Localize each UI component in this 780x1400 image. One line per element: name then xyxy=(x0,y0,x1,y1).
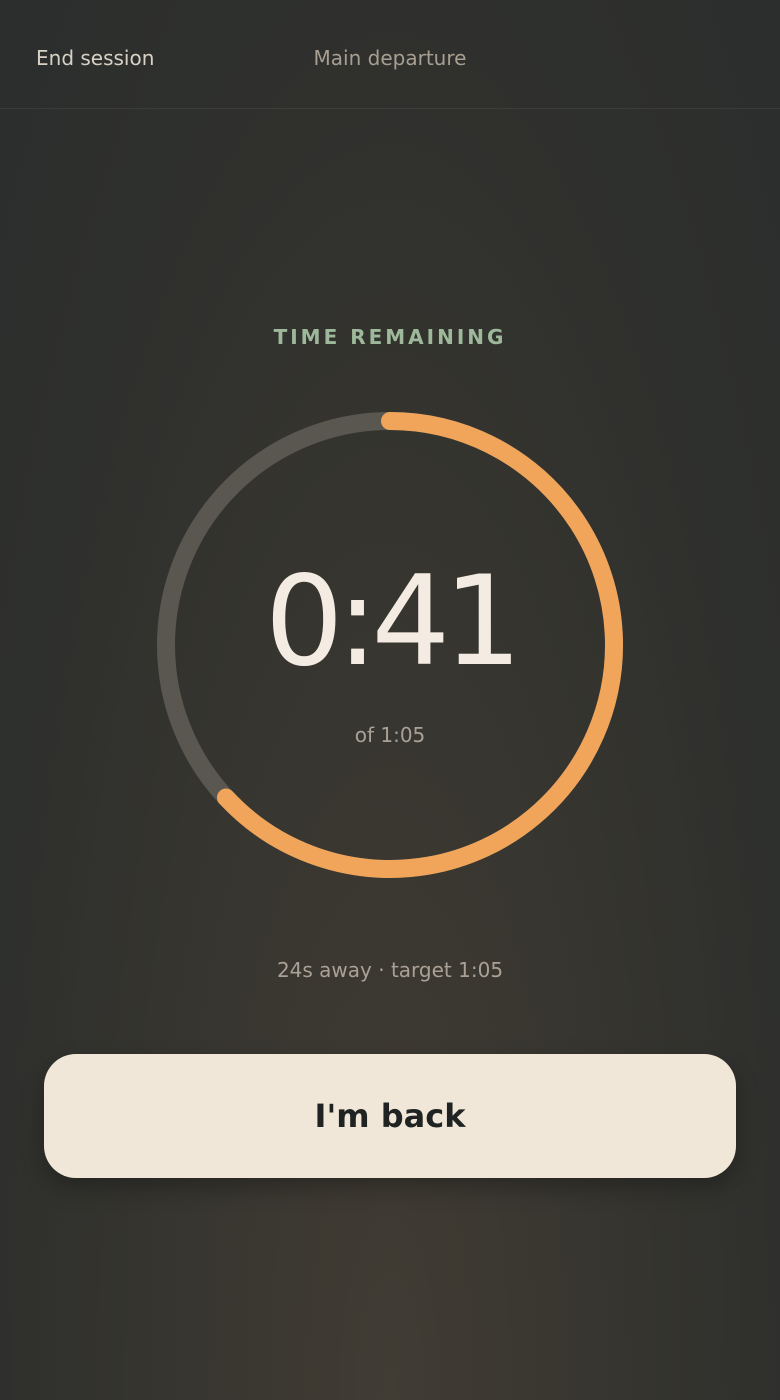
time-remaining-label: TIME REMAINING xyxy=(273,325,507,349)
away-status: 24s away · target 1:05 xyxy=(276,958,504,982)
session-title: Main departure xyxy=(313,46,467,70)
time-remaining-value: 0:41 xyxy=(264,550,522,694)
top-bar: End session Main departure xyxy=(0,0,780,109)
timer-total: of 1:05 xyxy=(354,723,426,747)
countdown-timer: 0:41 of 1:05 xyxy=(150,405,630,885)
im-back-button[interactable]: I'm back xyxy=(44,1054,736,1178)
